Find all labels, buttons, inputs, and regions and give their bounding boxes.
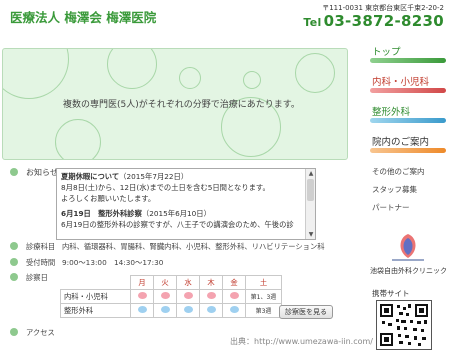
departments-label: 診療科目 — [26, 242, 56, 251]
news-text: よろしくお願いいたします。 — [61, 194, 156, 203]
open-mark — [222, 303, 246, 318]
open-mark — [130, 303, 154, 318]
scroll-down-icon[interactable]: ▼ — [306, 230, 315, 239]
mobile-site-label: 携帯サイト — [372, 289, 410, 298]
blue-dot-icon — [183, 306, 193, 313]
saturday-note: 第1、3週 — [245, 289, 282, 304]
scroll-thumb[interactable] — [307, 179, 314, 201]
clinic-logo-icon[interactable] — [388, 232, 428, 262]
scroll-up-icon[interactable]: ▲ — [306, 169, 315, 178]
blue-dot-icon — [160, 306, 170, 313]
access-label: アクセス — [26, 328, 55, 337]
pink-dot-icon — [137, 292, 147, 299]
dept-name: 整形外科 — [60, 303, 131, 318]
schedule-header-row: 月 火 水 木 金 土 — [60, 275, 282, 290]
news-text: 8月8日(土)から、12日(水)までの土日を含む5日間となります。 — [61, 183, 270, 192]
hero-banner: 複数の専門医(5人)がそれぞれの分野で治療にあたります。 — [2, 48, 348, 160]
nav-item-guide[interactable]: 院内のご案内 — [372, 134, 429, 148]
news-box[interactable]: 夏期休暇について（2015年7月22日） 8月8日(土)から、12日(水)までの… — [56, 168, 316, 240]
news-item[interactable]: 6月19日 整形外科診察（2015年6月10日） — [61, 208, 301, 219]
decor-circle — [3, 49, 69, 99]
decor-circle — [243, 71, 261, 89]
hero-text: 複数の専門医(5人)がそれぞれの分野で治療にあたります。 — [63, 100, 300, 110]
open-mark — [176, 303, 200, 318]
news-item[interactable]: 夏期休暇について（2015年7月22日） — [61, 171, 301, 182]
news-title[interactable]: 夏期休暇について — [61, 172, 119, 181]
news-date: （2015年6月10日） — [141, 209, 211, 218]
tel-prefix: Tel — [303, 16, 322, 29]
table-row: 内科・小児科 第1、3週 — [60, 289, 282, 304]
day-header: 土 — [245, 275, 282, 290]
schedule-table: 月 火 水 木 金 土 内科・小児科 第1、3週 整形外科 第3週 — [60, 275, 282, 318]
open-mark — [153, 289, 177, 304]
header: 医療法人 梅澤会 梅澤医院 〒111-0031 東京都台東区千束2-20-2 T… — [0, 0, 450, 36]
decor-circle — [179, 67, 201, 89]
nav-item-internal[interactable]: 内科・小児科 — [372, 74, 429, 88]
open-mark — [222, 289, 246, 304]
open-mark — [199, 289, 223, 304]
decor-circle — [295, 53, 335, 93]
departments-value: 内科、循環器科、胃腸科、腎臓内科、小児科、整形外科、リハビリテーション科 — [62, 242, 325, 251]
blue-dot-icon — [206, 306, 216, 313]
news-list: 夏期休暇について（2015年7月22日） 8月8日(土)から、12日(水)までの… — [61, 171, 301, 230]
pink-dot-icon — [229, 292, 239, 299]
bullet-icon — [10, 258, 18, 266]
hours-value: 9:00〜13:00 14:30〜17:30 — [62, 258, 164, 267]
day-header: 火 — [153, 275, 177, 290]
partner-clinic-name[interactable]: 池袋自由外科クリニック — [370, 266, 447, 276]
view-doctors-button[interactable]: 診察医を見る — [279, 305, 333, 319]
dept-name: 内科・小児科 — [60, 289, 131, 304]
news-date: （2015年7月22日） — [119, 172, 189, 181]
saturday-note: 第3週 — [245, 303, 282, 318]
nav-underline — [370, 88, 446, 93]
news-text: 6月19日の整形外科の診察ですが、八王子での講演会のため、午後の診 — [61, 220, 294, 229]
nav-underline — [370, 118, 446, 123]
open-mark — [153, 303, 177, 318]
source-watermark: 出典：http://www.umezawa-iin.com/ — [230, 337, 374, 346]
day-header: 水 — [176, 275, 200, 290]
table-row: 整形外科 第3週 — [60, 303, 282, 318]
day-header: 月 — [130, 275, 154, 290]
nav-item-orthopedics[interactable]: 整形外科 — [372, 104, 410, 118]
open-mark — [199, 303, 223, 318]
schedule-corner — [60, 275, 131, 290]
hours-label: 受付時間 — [26, 258, 56, 267]
nav-underline — [370, 58, 446, 63]
pink-dot-icon — [183, 292, 193, 299]
news-label: お知らせ — [26, 168, 58, 177]
nav-item-partner[interactable]: パートナー — [372, 202, 410, 213]
qr-code-icon — [376, 300, 432, 350]
bullet-icon — [10, 242, 18, 250]
nav-item-recruit[interactable]: スタッフ募集 — [372, 184, 417, 195]
side-nav: トップ 内科・小児科 整形外科 院内のご案内 その他のご案内 スタッフ募集 パー… — [364, 36, 450, 350]
tel-value: 03-3872-8230 — [323, 12, 444, 30]
nav-item-other[interactable]: その他のご案内 — [372, 166, 425, 177]
blue-dot-icon — [137, 306, 147, 313]
news-title[interactable]: 6月19日 整形外科診察 — [61, 209, 142, 218]
pink-dot-icon — [206, 292, 216, 299]
bullet-icon — [10, 273, 18, 281]
day-header: 木 — [199, 275, 223, 290]
open-mark — [130, 289, 154, 304]
decor-circle — [55, 119, 101, 159]
bullet-icon — [10, 168, 18, 176]
bullet-icon — [10, 328, 18, 336]
day-header: 金 — [222, 275, 246, 290]
phone-number: Tel 03-3872-8230 — [303, 12, 444, 30]
clinic-logo-text[interactable]: 医療法人 梅澤会 梅澤医院 — [10, 7, 156, 26]
schedule-label: 診察日 — [26, 273, 48, 282]
pink-dot-icon — [160, 292, 170, 299]
nav-item-top[interactable]: トップ — [372, 44, 401, 58]
open-mark — [176, 289, 200, 304]
decor-circle — [107, 49, 157, 89]
news-scrollbar[interactable]: ▲ ▼ — [305, 169, 315, 239]
blue-dot-icon — [229, 306, 239, 313]
nav-underline — [370, 148, 446, 153]
